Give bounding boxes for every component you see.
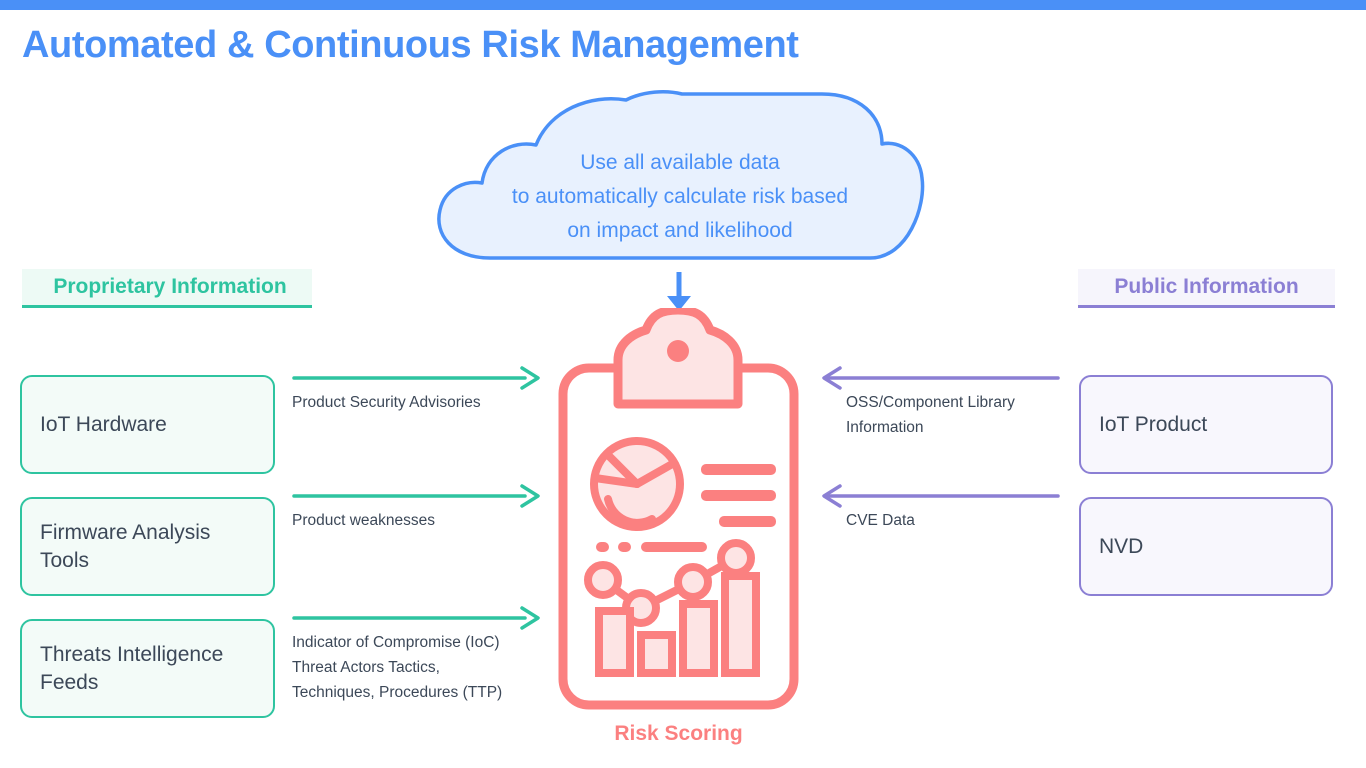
clipboard-graphic <box>558 305 799 710</box>
arrow-right-icon <box>292 366 540 390</box>
arrow-right-icon <box>292 484 540 508</box>
top-accent-bar <box>0 0 1366 10</box>
section-header-public-rule <box>1078 305 1335 308</box>
source-box-label: Firmware Analysis Tools <box>40 520 211 572</box>
flow-cve-data: CVE Data <box>820 484 1060 533</box>
flow-oss-component-library-information: OSS/Component Library Information <box>820 366 1060 440</box>
flow-product-weaknesses: Product weaknesses <box>292 484 542 533</box>
flow-caption-line: Information <box>846 419 924 436</box>
section-header-public-label: Public Information <box>1078 269 1335 305</box>
clipboard-risk-report-icon <box>556 305 801 712</box>
section-header-proprietary-label: Proprietary Information <box>22 269 312 305</box>
annotation-cloud: Use all available data to automatically … <box>430 88 930 266</box>
page-title: Automated & Continuous Risk Management <box>22 24 799 66</box>
source-box-threats-intelligence-feeds[interactable]: Threats Intelligence Feeds <box>20 619 275 718</box>
source-box-label: IoT Hardware <box>40 412 167 436</box>
section-header-public: Public Information <box>1078 269 1335 309</box>
source-box-iot-product[interactable]: IoT Product <box>1079 375 1333 474</box>
arrow-left-icon <box>822 484 1060 508</box>
section-header-proprietary: Proprietary Information <box>22 269 312 309</box>
flow-caption-line: Product weaknesses <box>292 512 436 529</box>
flow-caption-line: OSS/Component Library <box>846 394 1015 411</box>
risk-scoring-caption: Risk Scoring <box>614 722 743 745</box>
source-box-iot-hardware[interactable]: IoT Hardware <box>20 375 275 474</box>
flow-caption-line: Techniques, Procedures (TTP) <box>292 684 503 701</box>
arrow-left-icon <box>822 366 1060 390</box>
arrow-right-icon <box>292 606 540 630</box>
flow-caption-line: Threat Actors Tactics, <box>292 659 440 676</box>
source-box-label: IoT Product <box>1099 412 1208 436</box>
flow-threat-intelligence: Indicator of Compromise (IoC) Threat Act… <box>292 606 542 705</box>
source-box-firmware-analysis-tools[interactable]: Firmware Analysis Tools <box>20 497 275 596</box>
source-box-label: NVD <box>1099 534 1144 558</box>
source-box-label: Threats Intelligence Feeds <box>40 642 224 694</box>
flow-product-security-advisories: Product Security Advisories <box>292 366 542 415</box>
section-header-proprietary-rule <box>22 305 312 308</box>
flow-caption-line: CVE Data <box>846 512 915 529</box>
cloud-shape-icon <box>437 90 925 260</box>
flow-caption-line: Product Security Advisories <box>292 394 481 411</box>
source-box-nvd[interactable]: NVD <box>1079 497 1333 596</box>
flow-caption-line: Indicator of Compromise (IoC) <box>292 634 500 651</box>
